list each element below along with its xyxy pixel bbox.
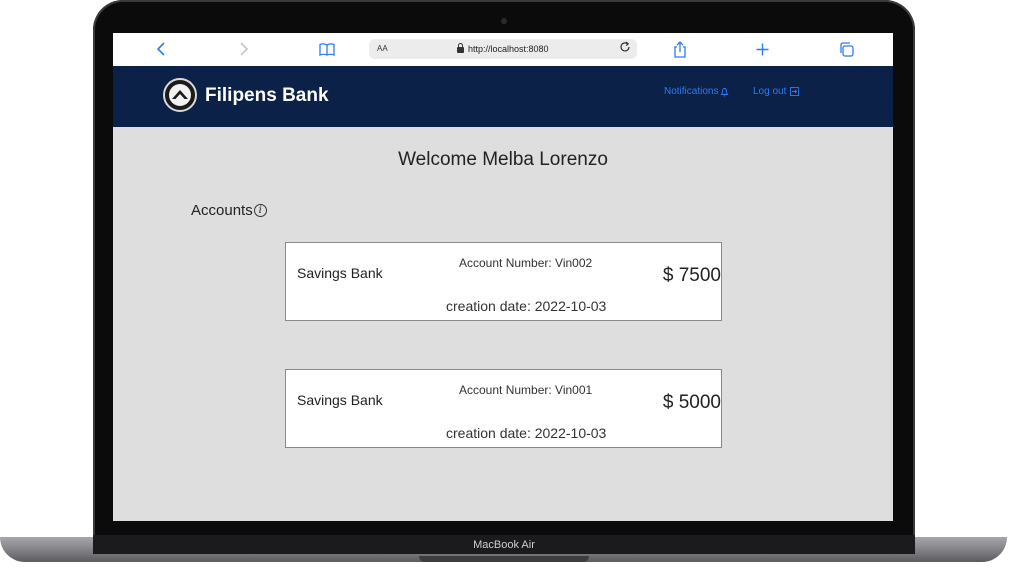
accounts-heading: Accounts i	[191, 202, 267, 219]
bookmarks-icon[interactable]	[316, 39, 338, 59]
logout-link[interactable]: Log out	[753, 86, 800, 97]
url-text: http://localhost:8080	[468, 44, 549, 54]
account-card[interactable]: Savings Bank Account Number: Vin002 $ 75…	[285, 242, 722, 321]
bank-logo-icon	[169, 84, 191, 106]
browser-screen: AA http://localhost:8080 Filipens Bank N…	[113, 33, 893, 521]
brand-name: Filipens Bank	[205, 85, 329, 106]
url-display: http://localhost:8080	[457, 43, 549, 54]
account-type: Savings Bank	[297, 265, 383, 281]
laptop-notch	[419, 556, 589, 562]
notifications-label: Notifications	[664, 86, 719, 97]
lock-icon	[457, 43, 464, 53]
account-number: Account Number: Vin002	[459, 256, 593, 270]
logout-icon	[790, 87, 800, 96]
browser-toolbar: AA http://localhost:8080	[113, 33, 893, 67]
tabs-overview-icon[interactable]	[835, 39, 857, 59]
forward-icon[interactable]	[233, 39, 255, 59]
app-header: Filipens Bank Notifications Log out	[113, 66, 893, 127]
account-number: Account Number: Vin001	[459, 383, 593, 397]
account-balance: $ 5000	[662, 392, 721, 413]
reload-icon[interactable]	[619, 41, 631, 56]
reader-aa-button[interactable]: AA	[377, 44, 388, 53]
account-balance: $ 7500	[662, 265, 721, 286]
model-label: MacBook Air	[473, 539, 535, 551]
logout-label: Log out	[753, 86, 787, 97]
welcome-heading: Welcome Melba Lorenzo	[398, 149, 608, 170]
account-creation-date: creation date: 2022-10-03	[446, 298, 607, 314]
notifications-link[interactable]: Notifications	[664, 86, 730, 97]
back-icon[interactable]	[150, 39, 172, 59]
accounts-label: Accounts	[191, 202, 253, 219]
bell-icon	[720, 87, 730, 97]
account-creation-date: creation date: 2022-10-03	[446, 425, 607, 441]
info-icon[interactable]: i	[253, 204, 267, 217]
account-type: Savings Bank	[297, 392, 383, 408]
new-tab-icon[interactable]	[751, 39, 773, 59]
address-bar[interactable]: AA http://localhost:8080	[369, 39, 637, 59]
share-icon[interactable]	[669, 39, 691, 59]
camera	[501, 18, 507, 24]
account-card[interactable]: Savings Bank Account Number: Vin001 $ 50…	[285, 369, 722, 448]
bank-logo[interactable]	[163, 78, 197, 112]
